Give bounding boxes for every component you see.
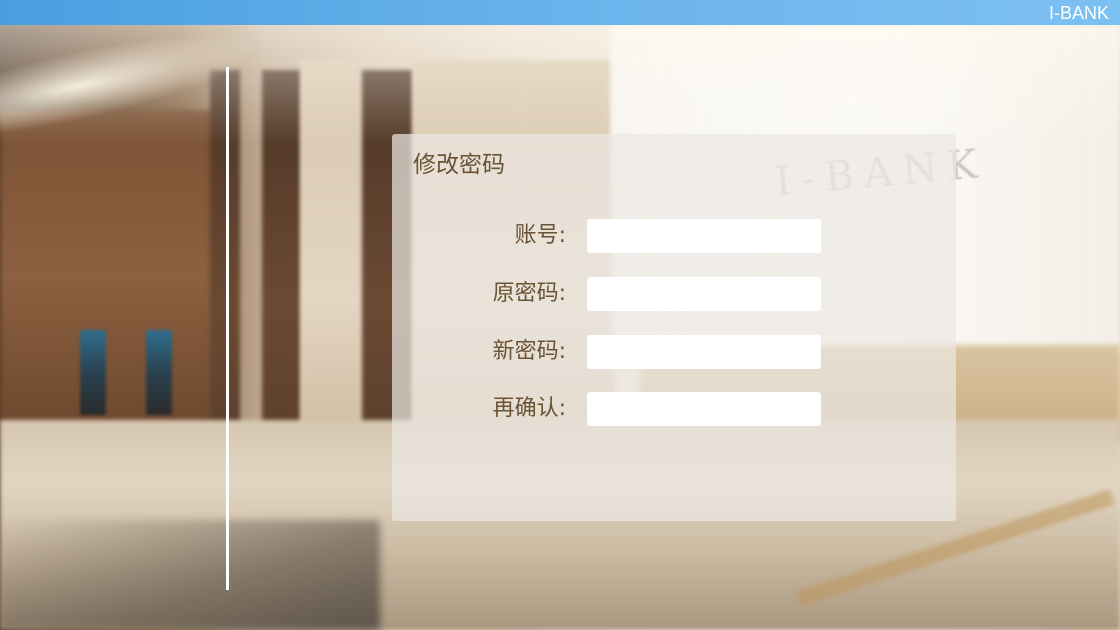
background-ceiling-light [0,12,260,138]
change-password-panel: 修改密码 账号: 原密码: 新密码: 再确认: [392,134,956,521]
background-kiosk [80,330,106,415]
account-label: 账号: [514,223,566,248]
background-pillar [210,70,240,460]
background-ceiling [0,25,1120,145]
old-password-label: 原密码: [492,281,566,306]
brand-logo: I-BANK [1048,3,1109,23]
panel-title: 修改密码 [413,152,505,178]
vertical-divider [226,67,229,590]
confirm-password-input[interactable] [587,392,821,426]
top-bar: I-BANK [0,0,1120,25]
account-input[interactable] [587,219,821,253]
screen: I-BANK I-BANK 修改密码 账号: 原密码: 新密码: 再确认: [0,0,1120,630]
old-password-row: 原密码: [392,277,956,311]
background-floor-shadow [0,520,380,630]
background-kiosk [146,330,172,415]
new-password-label: 新密码: [492,339,566,364]
confirm-password-row: 再确认: [392,392,956,426]
confirm-password-label: 再确认: [492,396,566,421]
account-row: 账号: [392,219,956,253]
new-password-input[interactable] [587,335,821,369]
new-password-row: 新密码: [392,335,956,369]
background-pillar [300,60,365,460]
old-password-input[interactable] [587,277,821,311]
background-wall [0,110,220,440]
background-pillar [262,70,302,460]
